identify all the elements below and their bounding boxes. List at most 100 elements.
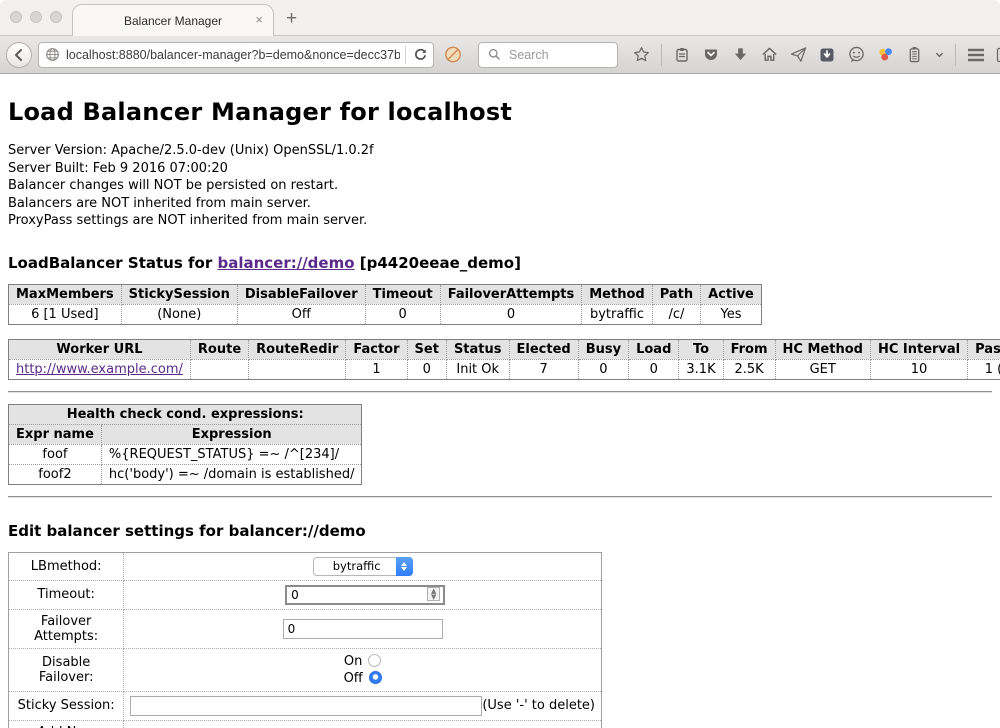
url-separator xyxy=(405,46,406,64)
color-dots-icon[interactable] xyxy=(876,46,894,64)
server-info: Server Version: Apache/2.5.0-dev (Unix) … xyxy=(8,142,992,230)
cell-set: 0 xyxy=(407,359,446,379)
col-worker-url: Worker URL xyxy=(9,339,191,359)
new-tab-button[interactable]: + xyxy=(286,8,297,30)
lbmethod-select[interactable]: bytraffic xyxy=(313,557,413,576)
cell-path: /c/ xyxy=(652,304,700,324)
table-header-row: Expr name Expression xyxy=(9,424,362,444)
form-row-disable-failover: Disable Failover: On Off xyxy=(9,648,602,691)
timeout-label: Timeout: xyxy=(9,580,124,609)
table-title-row: Health check cond. expressions: xyxy=(9,404,362,424)
edit-settings-heading: Edit balancer settings for balancer://de… xyxy=(8,522,992,540)
browser-window: Balancer Manager × + localhost:8880/bala… xyxy=(0,0,1000,728)
dropdown-caret-icon[interactable] xyxy=(934,46,944,64)
cell-passes: 1 (0) xyxy=(968,359,1000,379)
tab-balancer-manager[interactable]: Balancer Manager × xyxy=(72,4,274,36)
pocket-icon[interactable] xyxy=(702,46,720,64)
blocked-plugin-icon[interactable] xyxy=(444,46,462,64)
cell-hc-method: GET xyxy=(775,359,870,379)
table-row: foof2 hc('body') =~ /domain is establish… xyxy=(9,464,362,484)
save-square-icon[interactable] xyxy=(818,46,836,64)
chat-smiley-icon[interactable] xyxy=(847,46,865,64)
divider xyxy=(8,496,992,498)
toolbar-separator xyxy=(955,44,956,66)
send-icon[interactable] xyxy=(789,46,807,64)
disable-failover-on-radio[interactable] xyxy=(368,654,381,667)
cell-hc-interval: 10 xyxy=(870,359,967,379)
downloads-icon[interactable] xyxy=(731,46,749,64)
grid-icon[interactable] xyxy=(996,46,1000,64)
col-path: Path xyxy=(652,284,700,304)
cell-expr-name: foof xyxy=(9,444,102,464)
balancer-demo-link[interactable]: balancer://demo xyxy=(217,254,354,272)
col-routeredir: RouteRedir xyxy=(249,339,346,359)
close-window-button[interactable] xyxy=(10,11,22,23)
col-stickysession: StickySession xyxy=(121,284,237,304)
url-text[interactable]: localhost:8880/balancer-manager?b=demo&n… xyxy=(66,48,400,62)
notice-balancers: Balancers are NOT inherited from main se… xyxy=(8,195,992,213)
cell-busy: 0 xyxy=(578,359,628,379)
form-row-sticky-session: Sticky Session: (Use '-' to delete) xyxy=(9,691,602,720)
form-row-failover-attempts: Failover Attempts: xyxy=(9,609,602,648)
back-icon xyxy=(10,46,28,64)
sticky-session-input[interactable] xyxy=(130,696,482,716)
col-set: Set xyxy=(407,339,446,359)
disable-failover-off-radio[interactable] xyxy=(369,671,382,684)
minimize-window-button[interactable] xyxy=(30,11,42,23)
clipboard-icon[interactable] xyxy=(673,46,691,64)
page-content: Load Balancer Manager for localhost Serv… xyxy=(0,74,1000,728)
cell-routeredir xyxy=(249,359,346,379)
cell-expression: %{REQUEST_STATUS} =~ /^[234]/ xyxy=(101,444,362,464)
window-controls[interactable] xyxy=(10,11,62,23)
reload-icon[interactable] xyxy=(411,46,429,64)
col-status: Status xyxy=(446,339,509,359)
col-active: Active xyxy=(701,284,762,304)
cell-elected: 7 xyxy=(509,359,578,379)
col-elected: Elected xyxy=(509,339,578,359)
cell-stickysession: (None) xyxy=(121,304,237,324)
timeout-input[interactable] xyxy=(285,585,445,605)
back-button[interactable] xyxy=(6,42,32,68)
worker-url-link[interactable]: http://www.example.com/ xyxy=(16,362,183,377)
table-row: foof %{REQUEST_STATUS} =~ /^[234]/ xyxy=(9,444,362,464)
zoom-window-button[interactable] xyxy=(50,11,62,23)
col-failoverattempts: FailoverAttempts xyxy=(440,284,582,304)
health-table-title: Health check cond. expressions: xyxy=(9,404,362,424)
col-load: Load xyxy=(629,339,679,359)
spinner-icon[interactable]: ▲▼ xyxy=(427,587,440,601)
balancer-status-table: MaxMembers StickySession DisableFailover… xyxy=(8,284,762,325)
select-stepper-icon xyxy=(396,557,413,576)
toolbar-icons xyxy=(632,44,1000,66)
cell-status: Init Ok xyxy=(446,359,509,379)
disable-failover-label: Disable Failover: xyxy=(9,648,124,691)
cell-disablefailover: Off xyxy=(237,304,365,324)
page-title: Load Balancer Manager for localhost xyxy=(8,98,992,126)
col-timeout: Timeout xyxy=(365,284,440,304)
col-factor: Factor xyxy=(346,339,407,359)
col-passes: Passes xyxy=(968,339,1000,359)
menu-icon[interactable] xyxy=(967,46,985,64)
lb-status-heading: LoadBalancer Status for balancer://demo … xyxy=(8,254,992,272)
search-bar[interactable] xyxy=(478,42,618,68)
tab-close-icon[interactable]: × xyxy=(255,13,263,26)
col-busy: Busy xyxy=(578,339,628,359)
cell-active: Yes xyxy=(701,304,762,324)
cell-factor: 1 xyxy=(346,359,407,379)
col-disablefailover: DisableFailover xyxy=(237,284,365,304)
cell-failoverattempts: 0 xyxy=(440,304,582,324)
form-row-timeout: Timeout: ▲▼ xyxy=(9,580,602,609)
battery-icon[interactable] xyxy=(905,46,923,64)
bookmark-star-icon[interactable] xyxy=(632,46,650,64)
failover-attempts-input[interactable] xyxy=(283,619,443,639)
search-input[interactable] xyxy=(509,48,609,62)
home-icon[interactable] xyxy=(760,46,778,64)
notice-proxypass: ProxyPass settings are NOT inherited fro… xyxy=(8,212,992,230)
form-row-add-worker: Add New Worker: Are you sure? xyxy=(9,720,602,728)
col-route: Route xyxy=(190,339,248,359)
cell-from: 2.5K xyxy=(723,359,775,379)
url-bar[interactable]: localhost:8880/balancer-manager?b=demo&n… xyxy=(38,42,434,68)
col-expression: Expression xyxy=(101,424,362,444)
radio-off-label: Off xyxy=(344,671,363,686)
cell-timeout: 0 xyxy=(365,304,440,324)
table-header-row: Worker URL Route RouteRedir Factor Set S… xyxy=(9,339,1000,359)
